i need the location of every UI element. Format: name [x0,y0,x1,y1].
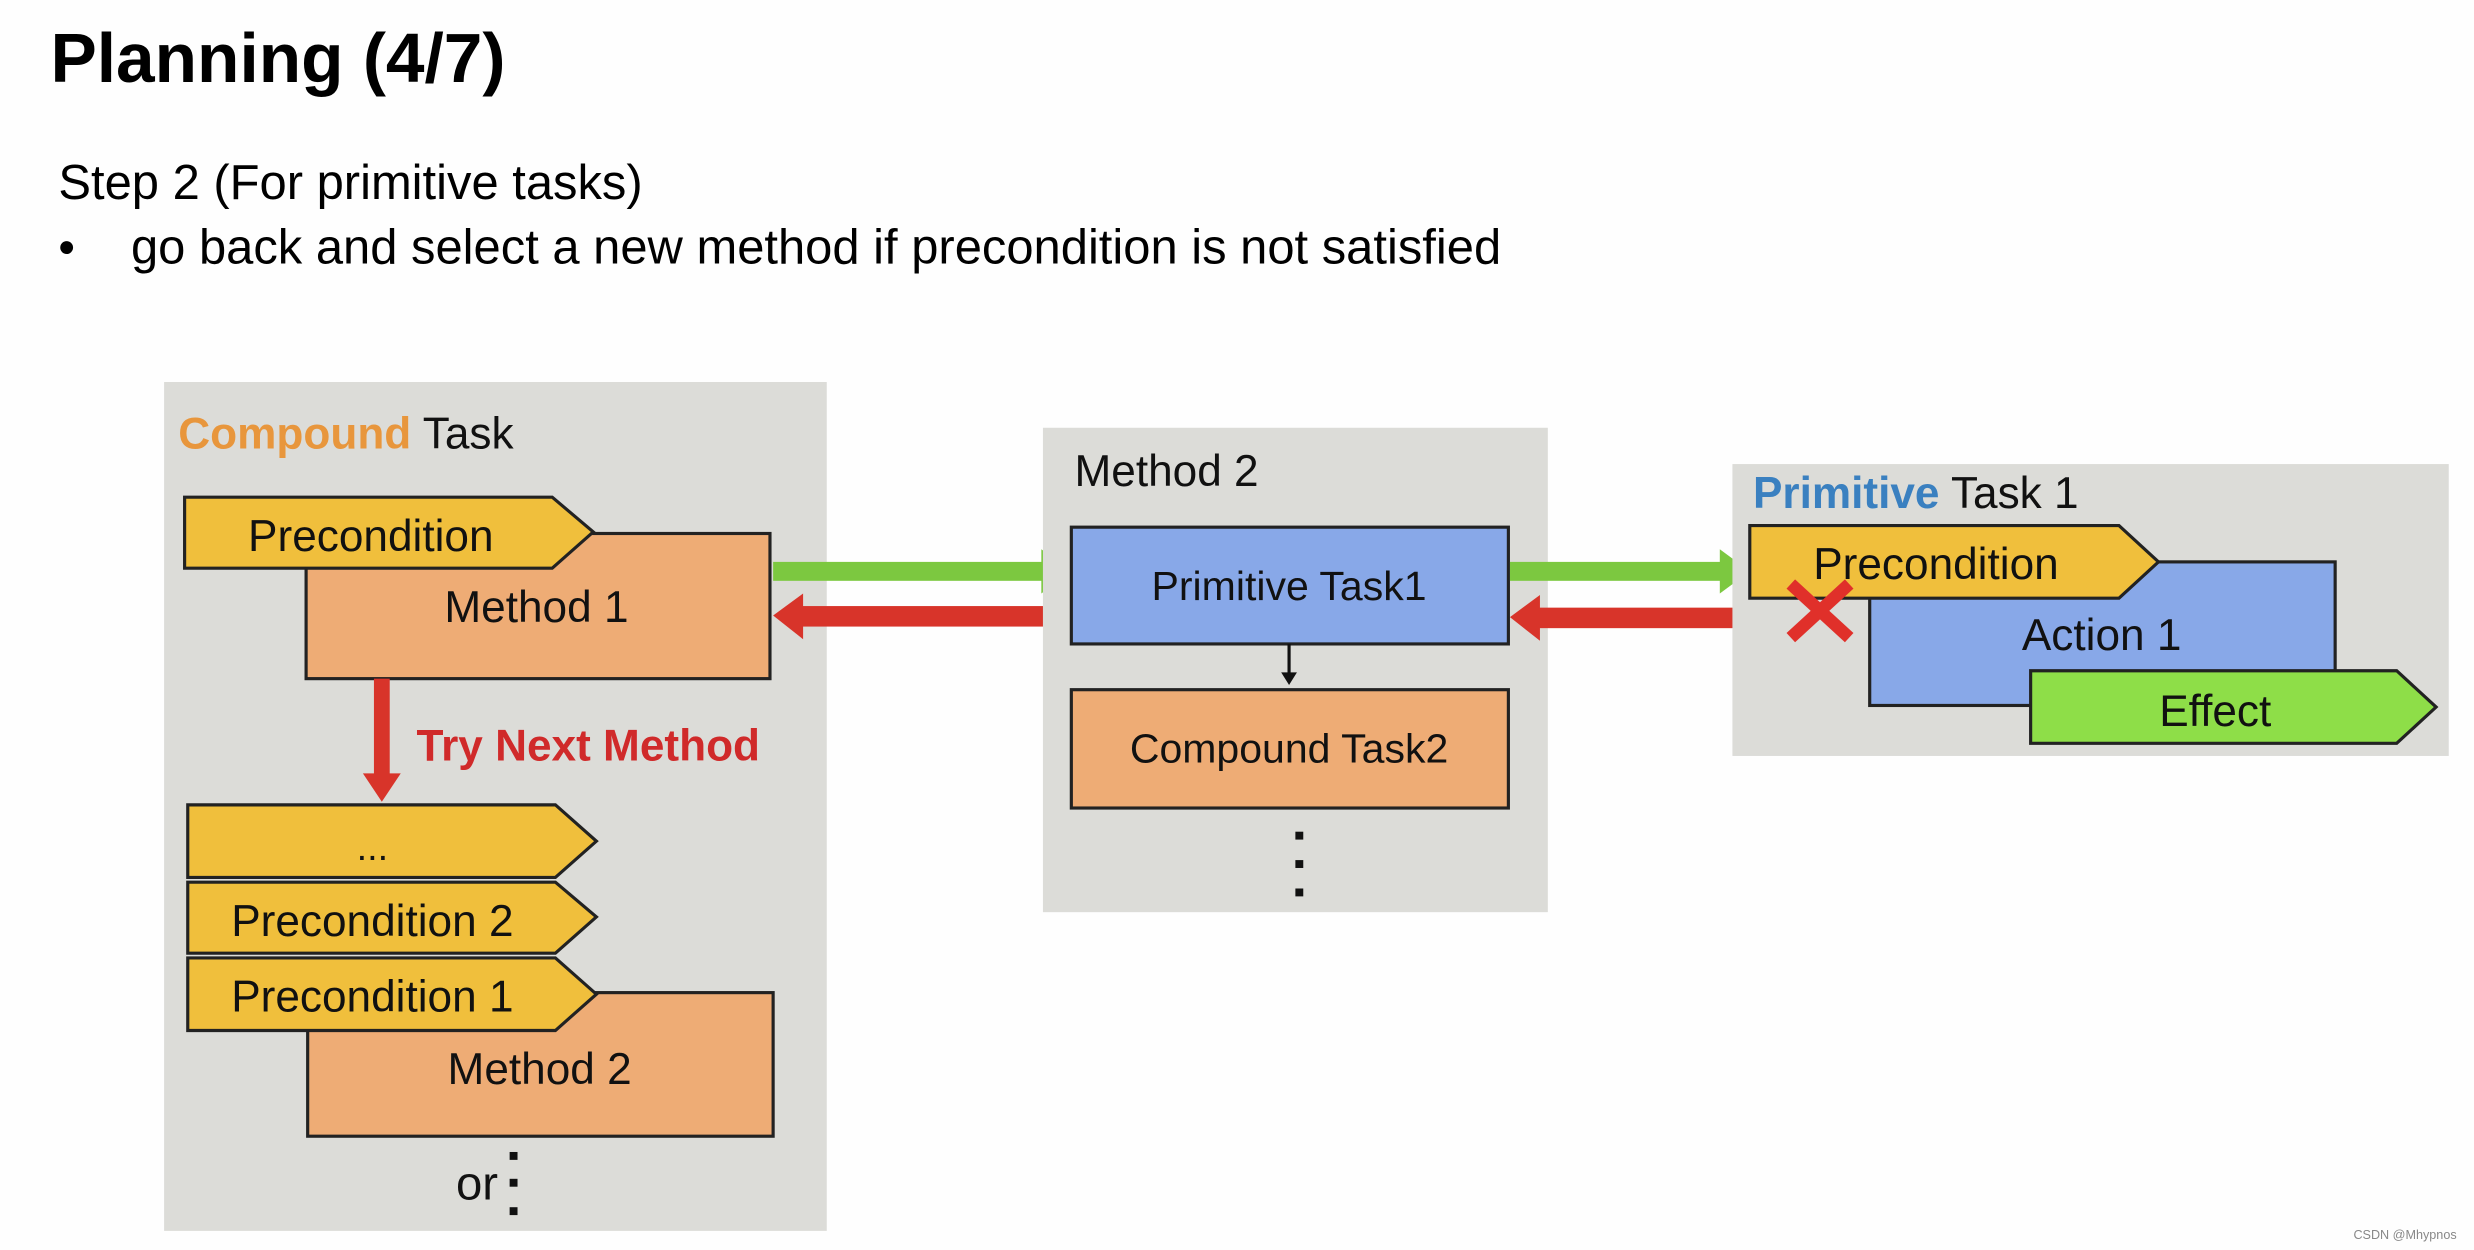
bullet-text: go back and select a new method if preco… [131,221,1501,275]
ellipsis-tag [186,803,599,880]
try-next-method-label: Try Next Method [417,722,760,771]
slide: Planning (4/7) Step 2 (For primitive tas… [0,0,2474,1250]
primitive-task-panel: Primitive Task 1 Precondition Action 1 E… [1732,464,2449,756]
watermark: CSDN @Mhypnos [2353,1228,2456,1242]
primitive-task1-label: Primitive Task1 [1152,563,1427,609]
compound-panel-title: Compound Task [178,409,514,458]
bullet-marker: • [58,222,75,275]
action1-label: Action 1 [2022,611,2182,660]
precondition-label: Precondition [248,512,493,561]
or-label: or [456,1157,498,1210]
method1-label: Method 1 [444,583,628,632]
precondition1-label: Precondition 1 [231,973,513,1022]
effect-label: Effect [2159,687,2271,736]
primitive-panel-title: Primitive Task 1 [1753,469,2079,518]
method2-label: Method 2 [448,1045,632,1094]
precondition2-label: Precondition 2 [231,897,513,946]
method-panel: Method 2 Primitive Task1 Compound Task2 [1042,427,1548,913]
slide-title: Planning (4/7) [50,19,505,97]
precondition-label: Precondition [1813,540,2058,589]
step-heading: Step 2 (For primitive tasks) [58,156,642,210]
method-panel-title: Method 2 [1074,447,1258,496]
compound-task-panel: Compound Task Precondition Method 1 Try … [164,382,827,1231]
ellipsis-label: ... [357,827,389,869]
compound-task2-label: Compound Task2 [1130,725,1448,771]
